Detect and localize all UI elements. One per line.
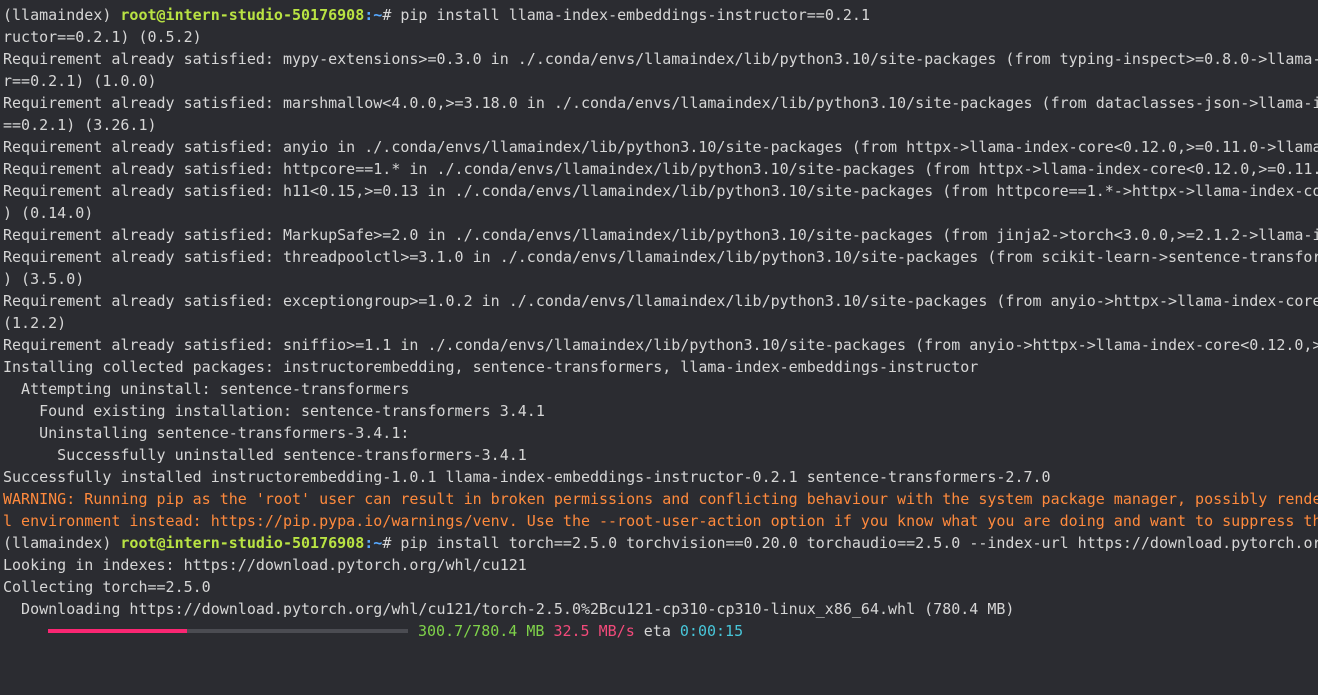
warning-line: WARNING: Running pip as the 'root' user … [3, 490, 1318, 508]
progress-bar-fill [48, 629, 187, 633]
output-line: Requirement already satisfied: sniffio>=… [3, 336, 1318, 354]
output-line: Collecting torch==2.5.0 [3, 578, 211, 596]
output-line: Found existing installation: sentence-tr… [3, 402, 545, 420]
output-line: Requirement already satisfied: h11<0.15,… [3, 182, 1318, 200]
prompt-path: :~ [364, 6, 383, 24]
output-line: Uninstalling sentence-transformers-3.4.1… [3, 424, 410, 442]
output-line: Requirement already satisfied: threadpoo… [3, 248, 1318, 266]
prompt-command: pip install torch==2.5.0 torchvision==0.… [400, 534, 1318, 552]
prompt-command: pip install llama-index-embeddings-instr… [400, 6, 870, 24]
output-line: Attempting uninstall: sentence-transform… [3, 380, 410, 398]
output-line: Successfully installed instructorembeddi… [3, 468, 1051, 486]
output-line: Requirement already satisfied: anyio in … [3, 138, 1318, 156]
terminal-window[interactable]: (llamaindex) root@intern-studio-50176908… [0, 0, 1318, 650]
output-line: Requirement already satisfied: MarkupSaf… [3, 226, 1318, 244]
output-line: ) (0.14.0) [3, 204, 94, 222]
output-line: Installing collected packages: instructo… [3, 358, 979, 376]
prompt-symbol: # [382, 534, 401, 552]
output-line: ==0.2.1) (3.26.1) [3, 116, 157, 134]
output-line: Requirement already satisfied: mypy-exte… [3, 50, 1318, 68]
terminal-output: (llamaindex) root@intern-studio-50176908… [0, 4, 1318, 620]
prompt-user: root@intern-studio-50176908 [120, 6, 365, 24]
prompt-line: (llamaindex) root@intern-studio-50176908… [0, 532, 1318, 554]
progress-eta: 0:00:15 [679, 622, 744, 640]
prompt-symbol: # [382, 6, 401, 24]
output-line: Requirement already satisfied: exception… [3, 292, 1318, 310]
progress-bar [48, 629, 408, 633]
prompt-line: (llamaindex) root@intern-studio-50176908… [0, 4, 1318, 26]
prompt-env: (llamaindex) [3, 6, 121, 24]
progress-size: 300.7/780.4 MB [418, 622, 545, 640]
output-line: Downloading https://download.pytorch.org… [3, 600, 1015, 618]
download-progress: 300.7/780.4 MB 32.5 MB/s eta 0:00:15 [0, 620, 1318, 642]
output-line: Successfully uninstalled sentence-transf… [3, 446, 527, 464]
output-line: r==0.2.1) (1.0.0) [3, 72, 157, 90]
output-line: Requirement already satisfied: httpcore=… [3, 160, 1318, 178]
progress-eta-label: eta [643, 622, 671, 640]
prompt-path: :~ [364, 534, 383, 552]
prompt-env: (llamaindex) [3, 534, 121, 552]
output-line: ) (3.5.0) [3, 270, 85, 288]
output-line: ructor==0.2.1) (0.5.2) [3, 28, 202, 46]
output-line: (1.2.2) [3, 314, 67, 332]
progress-speed: 32.5 MB/s [553, 622, 635, 640]
output-line: Requirement already satisfied: marshmall… [3, 94, 1318, 112]
prompt-user: root@intern-studio-50176908 [120, 534, 365, 552]
warning-line: l environment instead: https://pip.pypa.… [3, 512, 1318, 530]
output-line: Looking in indexes: https://download.pyt… [3, 556, 527, 574]
